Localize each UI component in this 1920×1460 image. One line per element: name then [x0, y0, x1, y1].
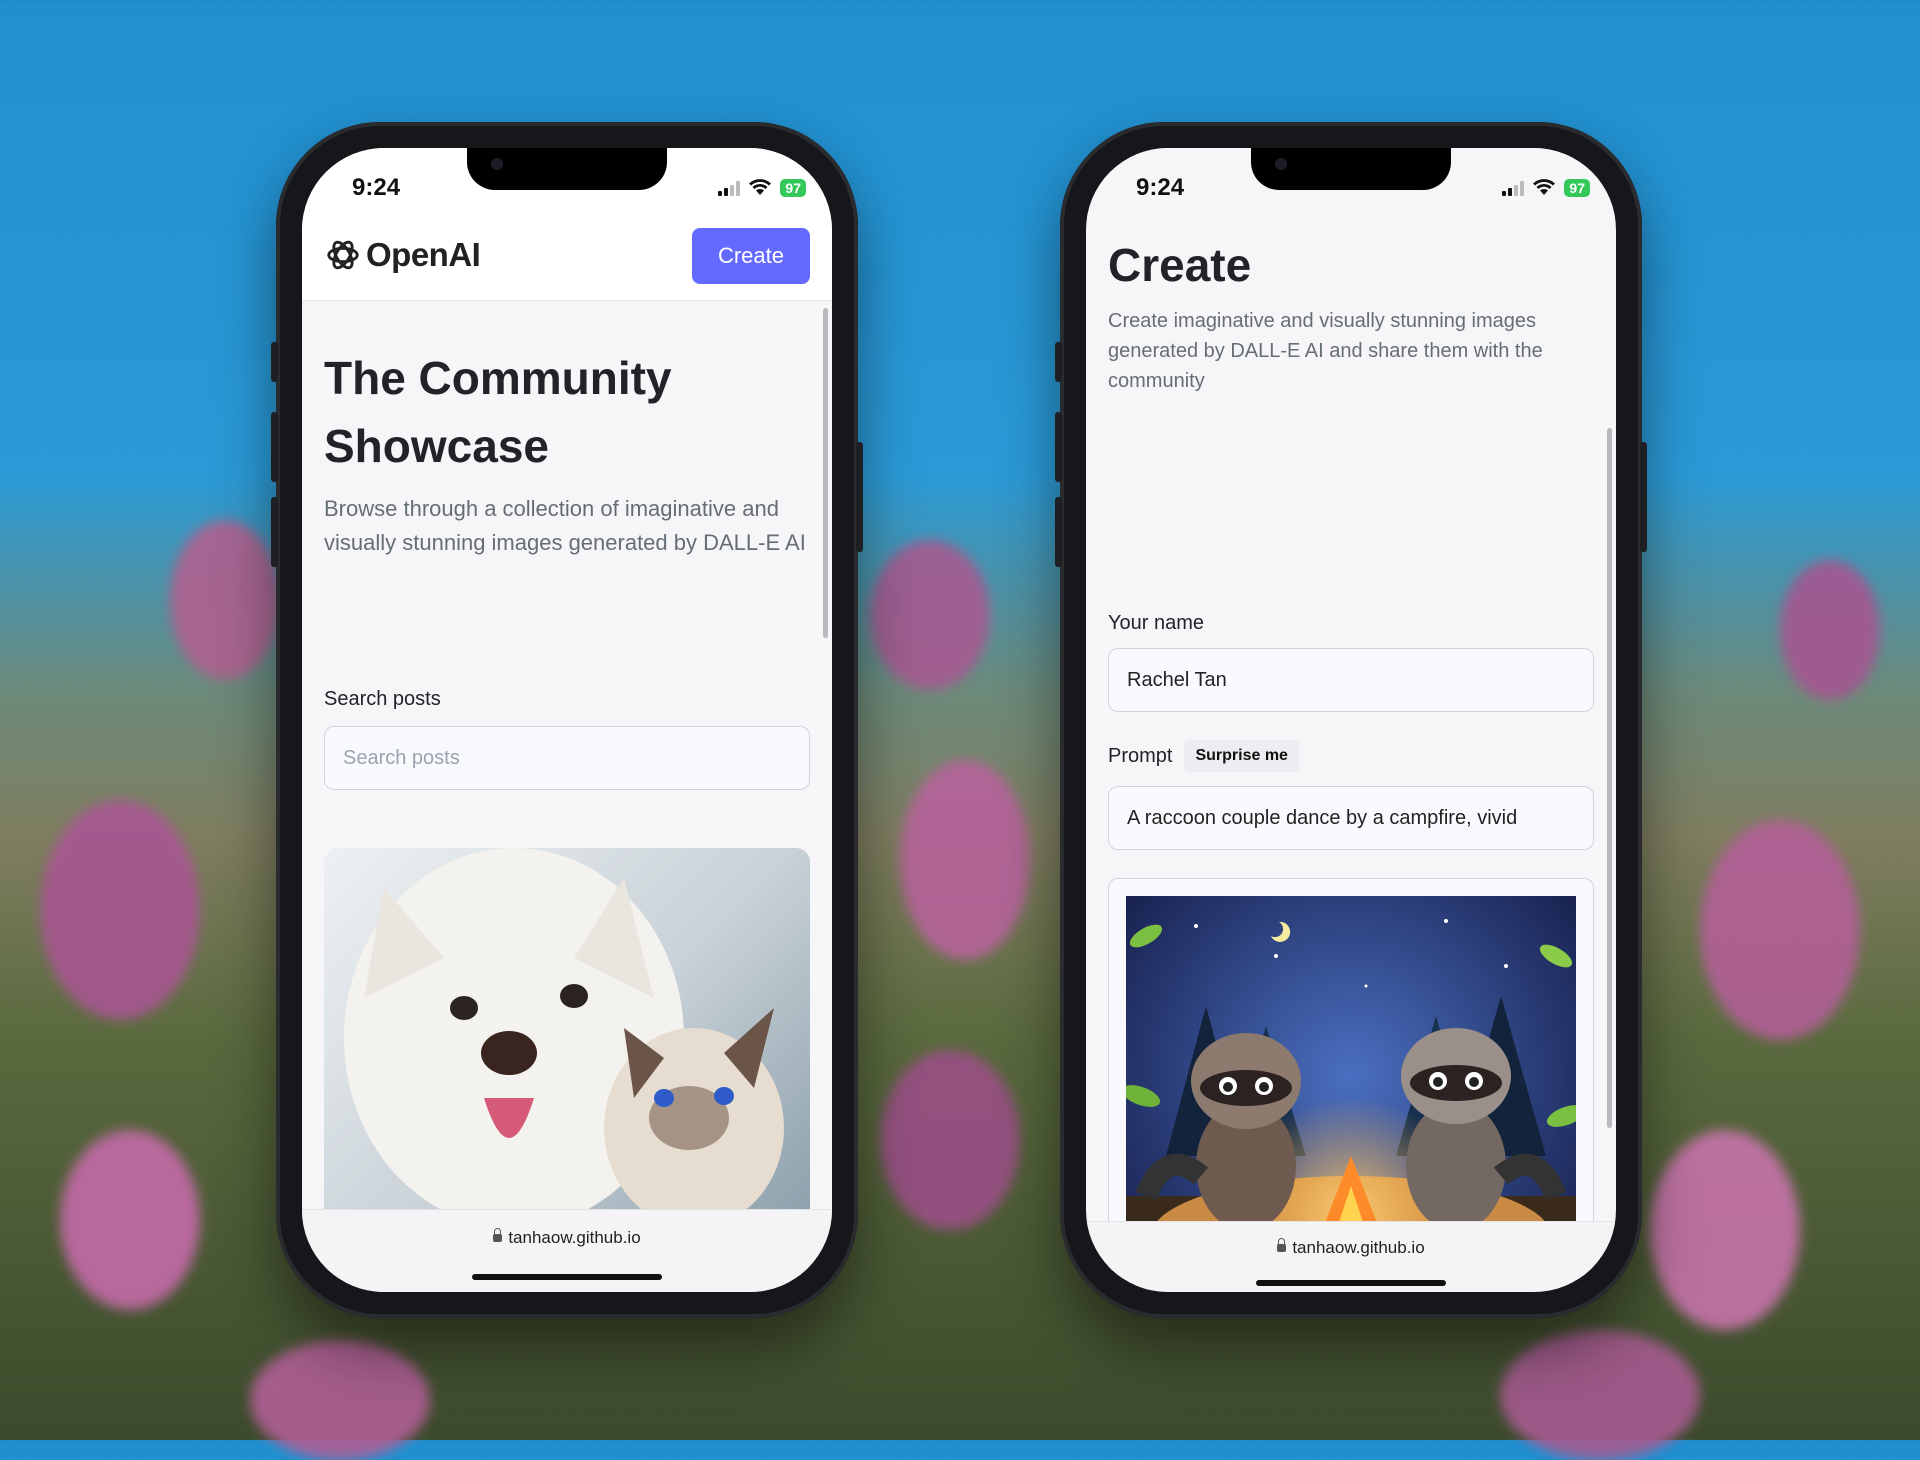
camera-icon [491, 158, 503, 170]
page-title-line1: The Community [324, 352, 672, 404]
status-time: 9:24 [1136, 174, 1185, 201]
signal-icon [1502, 180, 1525, 196]
post-card[interactable] [324, 848, 810, 1210]
page-description: Browse through a collection of imaginati… [324, 496, 806, 555]
name-field[interactable]: Rachel Tan [1108, 648, 1594, 712]
flower-blob [60, 1130, 200, 1310]
side-button [1055, 412, 1062, 482]
page-title-line2: Showcase [324, 420, 549, 472]
flower-blob [1700, 820, 1860, 1040]
side-button [856, 442, 863, 552]
flower-blob [1780, 560, 1880, 700]
side-button [1055, 497, 1062, 567]
prompt-label-row: Prompt Surprise me [1108, 740, 1594, 772]
create-button[interactable]: Create [692, 228, 810, 284]
create-header: Create Create imaginative and visually s… [1108, 238, 1594, 396]
flower-blob [1500, 1330, 1700, 1460]
scrollbar[interactable] [1607, 428, 1612, 1128]
lock-icon [1277, 1238, 1287, 1252]
browser-url-bar[interactable]: tanhaow.github.io [302, 1209, 832, 1292]
wifi-icon [1532, 178, 1556, 198]
browser-url-bar[interactable]: tanhaow.github.io [1086, 1221, 1616, 1292]
phone-left: 9:24 97 OpenAI Create The Community Show… [271, 122, 863, 1318]
phone-right: 9:24 97 Create Create imaginative and vi… [1055, 122, 1647, 1318]
header-navbar: OpenAI Create [302, 218, 832, 301]
notch [467, 148, 667, 190]
search-label: Search posts [324, 688, 441, 710]
lock-icon [493, 1228, 503, 1242]
wifi-icon [748, 178, 772, 198]
search-input[interactable]: Search posts [324, 726, 810, 790]
flower-blob [170, 520, 280, 680]
camera-icon [1275, 158, 1287, 170]
side-button [271, 412, 278, 482]
prompt-label: Prompt [1108, 744, 1173, 767]
url-value: tanhaow.github.io [1292, 1238, 1425, 1257]
page-title: The Community Showcase [324, 344, 810, 480]
scrollbar[interactable] [823, 308, 828, 638]
flower-blob [880, 1050, 1020, 1230]
side-button [271, 342, 278, 382]
hero-section: The Community Showcase Browse through a … [324, 344, 810, 560]
name-label: Your name [1108, 612, 1204, 634]
flower-blob [870, 540, 990, 690]
prompt-field[interactable]: A raccoon couple dance by a campfire, vi… [1108, 786, 1594, 850]
flower-blob [1650, 1130, 1800, 1330]
page-title: Create [1108, 239, 1252, 291]
dog-and-cat-photo-icon [344, 848, 784, 1210]
signal-icon [718, 180, 741, 196]
side-button [1640, 442, 1647, 552]
side-button [1055, 342, 1062, 382]
home-indicator[interactable] [472, 1274, 662, 1280]
flower-blob [900, 760, 1030, 960]
side-button [271, 497, 278, 567]
flower-blob [40, 800, 200, 1020]
surprise-me-button[interactable]: Surprise me [1184, 740, 1299, 772]
screen-community-showcase: 9:24 97 OpenAI Create The Community Show… [302, 148, 832, 1292]
logo-text: OpenAI [366, 236, 481, 273]
home-indicator[interactable] [1256, 1280, 1446, 1286]
notch [1251, 148, 1451, 190]
url-value: tanhaow.github.io [508, 1228, 641, 1247]
battery-icon: 97 [1564, 179, 1590, 197]
status-time: 9:24 [352, 174, 401, 201]
battery-icon: 97 [780, 179, 806, 197]
screen-create: 9:24 97 Create Create imaginative and vi… [1086, 148, 1616, 1292]
url-text: tanhaow.github.io [1086, 1238, 1616, 1258]
status-icons: 97 [1502, 178, 1590, 198]
openai-logo-icon [327, 240, 359, 270]
url-text: tanhaow.github.io [302, 1228, 832, 1248]
flower-blob [250, 1340, 430, 1460]
page-description: Create imaginative and visually stunning… [1108, 310, 1543, 392]
openai-logo[interactable]: OpenAI [324, 236, 481, 274]
status-icons: 97 [718, 178, 806, 198]
